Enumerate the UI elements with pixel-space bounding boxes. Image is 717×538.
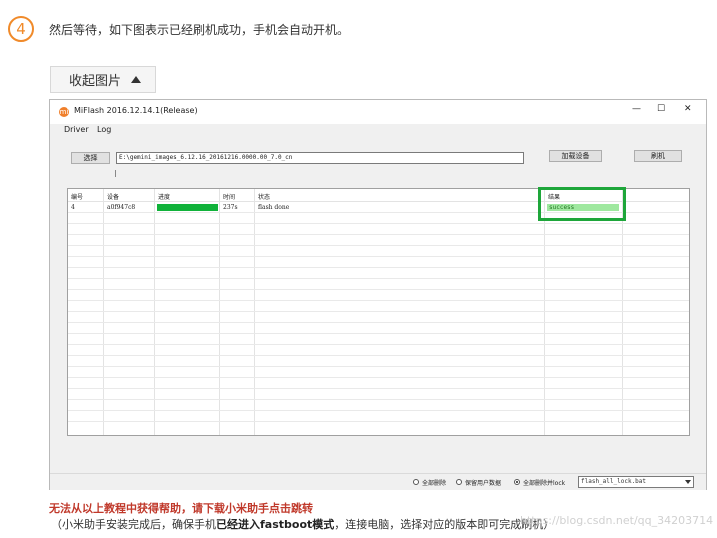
row-divider bbox=[68, 289, 689, 290]
header-time: 时间 bbox=[223, 194, 236, 201]
header-status: 状态 bbox=[258, 194, 271, 201]
header-device: 设备 bbox=[107, 194, 120, 201]
row-divider bbox=[68, 311, 689, 312]
row-divider bbox=[68, 388, 689, 389]
help-download-link[interactable]: 无法从以上教程中获得帮助，请下载小米助手点击跳转 bbox=[49, 500, 313, 516]
watermark: https://blog.csdn.net/qq_34203714 bbox=[520, 514, 714, 527]
row-divider bbox=[68, 256, 689, 257]
status-bar: 全部删除 保留用户数据 全部删除并lock flash_all_lock.bat bbox=[50, 473, 706, 490]
row-divider bbox=[68, 333, 689, 334]
help-note-bold2: fastboot模式 bbox=[260, 518, 335, 531]
row-divider bbox=[68, 344, 689, 345]
progress-bar bbox=[157, 204, 218, 211]
menu-bar: Driver Log bbox=[50, 124, 706, 137]
cell-status: flash done bbox=[258, 204, 290, 211]
triangle-up-icon bbox=[131, 76, 142, 83]
collapse-image-label: 收起图片 bbox=[69, 74, 122, 89]
cell-time: 237s bbox=[223, 204, 238, 211]
cell-device: a0f947c8 bbox=[107, 204, 136, 211]
window-titlebar: mi MiFlash 2016.12.14.1(Release) — ☐ ✕ bbox=[50, 100, 706, 124]
row-divider bbox=[68, 355, 689, 356]
row-divider bbox=[68, 322, 689, 323]
header-id: 编号 bbox=[71, 194, 84, 201]
chevron-down-icon bbox=[685, 480, 691, 484]
header-progress: 进度 bbox=[158, 194, 171, 201]
text-caret bbox=[115, 170, 116, 177]
miflash-screenshot: mi MiFlash 2016.12.14.1(Release) — ☐ ✕ D… bbox=[49, 99, 707, 490]
radio-keep-user-data-label: 保留用户数据 bbox=[465, 480, 502, 487]
result-highlight-box bbox=[538, 187, 626, 221]
select-button[interactable]: 选择 bbox=[71, 152, 110, 164]
radio-delete-all-lock-label: 全部删除并lock bbox=[523, 480, 566, 487]
row-divider bbox=[68, 377, 689, 378]
maximize-button[interactable]: ☐ bbox=[657, 104, 665, 114]
row-divider bbox=[68, 278, 689, 279]
flash-script-select[interactable]: flash_all_lock.bat bbox=[578, 476, 694, 488]
row-divider bbox=[68, 366, 689, 367]
row-divider bbox=[68, 245, 689, 246]
help-note-prefix: （小米助手安装完成后，确保手机 bbox=[51, 518, 216, 531]
radio-keep-user-data[interactable] bbox=[456, 479, 462, 485]
row-divider bbox=[68, 300, 689, 301]
radio-delete-all-label: 全部删除 bbox=[422, 480, 447, 487]
row-divider bbox=[68, 267, 689, 268]
step-number-badge: 4 bbox=[8, 16, 34, 42]
path-input[interactable]: E:\gemini_images_6.12.16_20161216.0000.0… bbox=[116, 152, 524, 164]
load-device-button[interactable]: 加载设备 bbox=[549, 150, 602, 162]
help-note-bold1: 已经进入 bbox=[216, 518, 260, 531]
mi-logo-icon: mi bbox=[59, 107, 69, 117]
minimize-button[interactable]: — bbox=[632, 104, 641, 114]
flash-script-value: flash_all_lock.bat bbox=[581, 478, 647, 485]
help-note: （小米助手安装完成后，确保手机已经进入fastboot模式，连接电脑，选择对应的… bbox=[51, 516, 554, 532]
row-divider bbox=[68, 421, 689, 422]
menu-driver[interactable]: Driver bbox=[64, 125, 89, 134]
window-title: MiFlash 2016.12.14.1(Release) bbox=[74, 106, 198, 115]
close-button[interactable]: ✕ bbox=[684, 104, 692, 114]
step-description: 然后等待，如下图表示已经刷机成功，手机会自动开机。 bbox=[49, 23, 350, 37]
device-table: 编号 设备 进度 时间 状态 结果 4 a0f947c8 237s flash … bbox=[67, 188, 690, 436]
row-divider bbox=[68, 410, 689, 411]
flash-button[interactable]: 刷机 bbox=[634, 150, 682, 162]
row-divider bbox=[68, 223, 689, 224]
collapse-image-button[interactable]: 收起图片 bbox=[50, 66, 156, 93]
menu-log[interactable]: Log bbox=[97, 125, 111, 134]
row-divider bbox=[68, 234, 689, 235]
cell-id: 4 bbox=[71, 204, 75, 211]
row-divider bbox=[68, 399, 689, 400]
radio-delete-all[interactable] bbox=[413, 479, 419, 485]
radio-delete-all-lock[interactable] bbox=[514, 479, 520, 485]
